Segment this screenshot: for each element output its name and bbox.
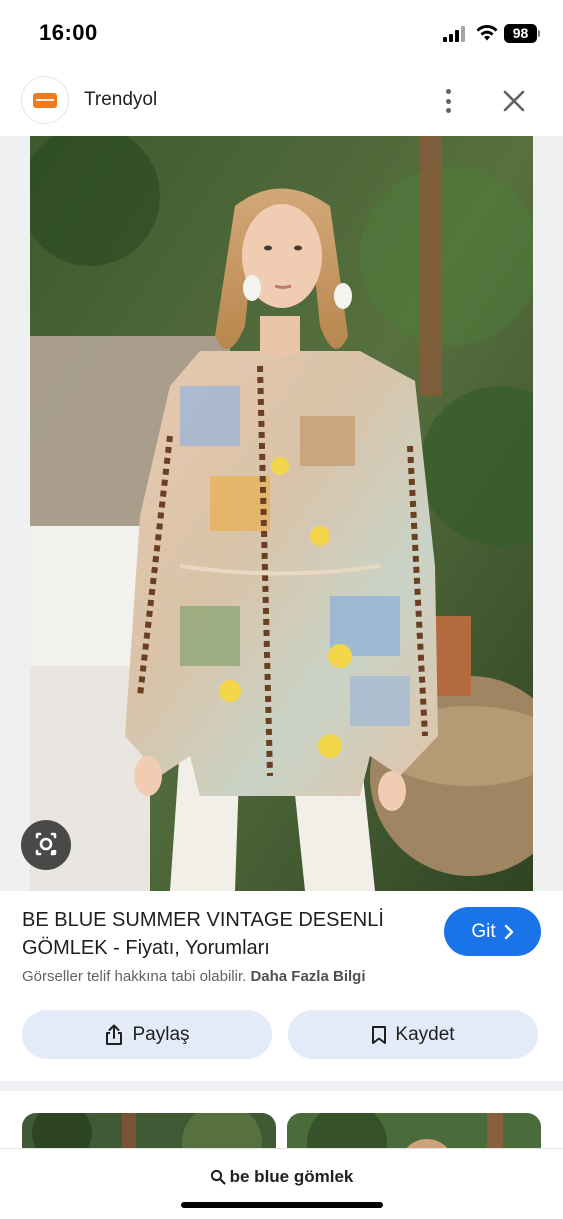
battery-indicator: 98 <box>504 24 537 43</box>
visit-button-label: Git <box>471 920 496 942</box>
result-source-header: Trendyol <box>0 72 563 130</box>
section-divider <box>0 1081 563 1091</box>
more-vert-icon[interactable] <box>432 86 464 116</box>
chevron-right-icon <box>504 924 513 939</box>
bottom-search-bar: be blue gömlek <box>0 1148 563 1219</box>
visit-button[interactable]: Git <box>444 907 541 956</box>
save-button-label: Kaydet <box>395 1023 455 1045</box>
copyright-notice: Görseller telif hakkına tabi olabilir. D… <box>22 968 365 985</box>
save-button[interactable]: Kaydet <box>288 1010 538 1059</box>
battery-tip <box>538 30 540 37</box>
screen: 16:00 98 Trendyol BE BLUE SUMMER VINTAGE… <box>0 0 563 1219</box>
product-photo[interactable] <box>30 136 533 891</box>
source-site-name[interactable]: Trendyol <box>84 89 157 111</box>
wifi-icon <box>476 25 498 41</box>
trendyol-logo-icon[interactable] <box>22 77 68 123</box>
close-icon[interactable] <box>499 86 529 116</box>
search-query-button[interactable]: be blue gömlek <box>0 1167 563 1187</box>
copyright-text: Görseller telif hakkına tabi olabilir. <box>22 968 247 985</box>
bookmark-icon <box>372 1025 387 1044</box>
status-bar: 16:00 98 <box>0 0 563 68</box>
more-info-link[interactable]: Daha Fazla Bilgi <box>250 968 365 985</box>
search-query-text: be blue gömlek <box>229 1167 354 1186</box>
image-viewer <box>0 136 563 891</box>
share-icon <box>106 1024 123 1045</box>
status-time: 16:00 <box>39 20 98 45</box>
search-icon <box>210 1169 226 1185</box>
result-title[interactable]: BE BLUE SUMMER VINTAGE DESENLİ GÖMLEK - … <box>22 906 422 962</box>
share-button[interactable]: Paylaş <box>22 1010 272 1059</box>
google-lens-icon[interactable] <box>21 820 71 870</box>
cellular-signal-icon <box>443 26 469 42</box>
home-indicator[interactable] <box>181 1202 383 1208</box>
share-button-label: Paylaş <box>132 1023 190 1045</box>
